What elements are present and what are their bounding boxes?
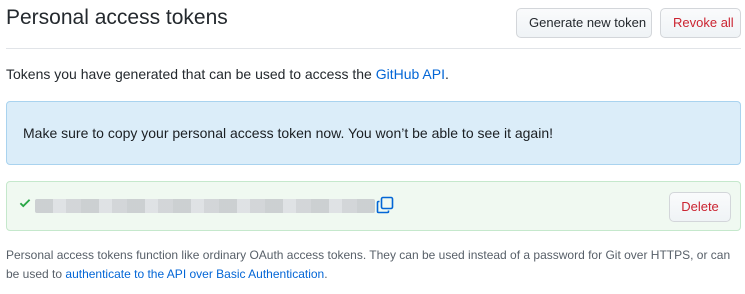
copy-token-flash: Make sure to copy your personal access t… [6, 101, 741, 165]
footer-note: Personal access tokens function like ord… [6, 246, 741, 284]
intro-text-label: Tokens you have generated that can be us… [6, 66, 376, 82]
basic-auth-link[interactable]: authenticate to the API over Basic Authe… [65, 267, 324, 281]
page-header: Personal access tokens Generate new toke… [6, 0, 741, 49]
intro-suffix: . [444, 66, 449, 82]
generate-new-token-button[interactable]: Generate new token [516, 8, 652, 38]
flash-message: Make sure to copy your personal access t… [23, 125, 553, 141]
intro-text: Tokens you have generated that can be us… [6, 66, 449, 82]
delete-token-button[interactable]: Delete [669, 192, 731, 222]
github-api-link[interactable]: GitHub API [376, 66, 445, 82]
token-value-redacted[interactable] [35, 199, 375, 213]
check-icon [19, 196, 33, 212]
revoke-all-button[interactable]: Revoke all [660, 8, 741, 38]
footer-suffix: . [324, 267, 328, 281]
clipboard-copy-icon[interactable] [376, 196, 394, 214]
new-token-box: Delete [6, 181, 741, 231]
page-title: Personal access tokens [6, 6, 228, 29]
